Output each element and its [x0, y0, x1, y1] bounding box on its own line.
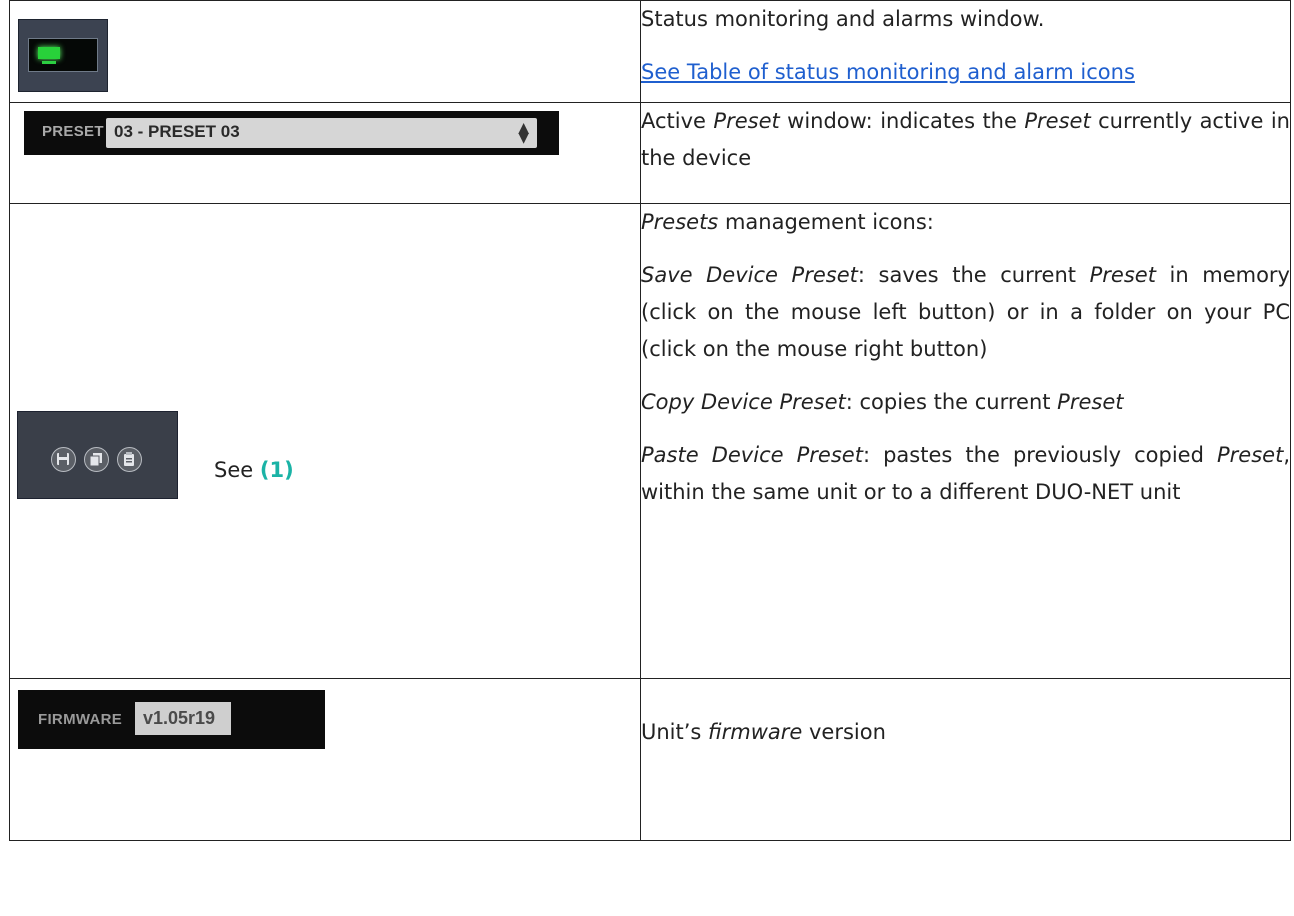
select-arrows-icon: ▲ ▼ — [518, 120, 529, 146]
firmware-value: v1.05r19 — [143, 708, 216, 728]
active-preset-description: Active Preset window: indicates the Pres… — [641, 109, 1290, 170]
paste-preset-icon — [117, 447, 142, 472]
status-monitoring-window-image — [18, 19, 108, 92]
preset-select: 03 - PRESET 03 ▲ ▼ — [106, 118, 537, 148]
reference-table: Status monitoring and alarms window. See… — [9, 0, 1291, 841]
image-cell — [9, 0, 641, 103]
firmware-description: Unit’s firmware version — [641, 720, 886, 744]
firmware-version-field-image: FIRMWARE v1.05r19 — [18, 690, 325, 749]
presets-intro: Presets management icons: — [641, 210, 934, 234]
status-icons-table-link[interactable]: See Table of status monitoring and alarm… — [641, 60, 1135, 84]
description-cell: Status monitoring and alarms window. See… — [640, 0, 1291, 103]
table-row: PRESET 03 - PRESET 03 ▲ ▼ Active Preset w… — [9, 102, 1291, 204]
status-led-bar — [42, 61, 56, 64]
copy-description: Copy Device Preset: copies the current P… — [641, 390, 1124, 414]
image-cell: PRESET 03 - PRESET 03 ▲ ▼ — [9, 102, 641, 204]
table-row: See (1) Presets management icons: Save D… — [9, 203, 1291, 679]
description-cell: Unit’s firmware version — [640, 678, 1291, 841]
description-cell: Presets management icons: Save Device Pr… — [640, 203, 1291, 679]
table-row: Status monitoring and alarms window. See… — [9, 0, 1291, 103]
presets-management-icons-image — [17, 411, 178, 499]
image-cell: See (1) — [9, 203, 641, 679]
status-ok-icon — [38, 47, 60, 59]
firmware-value-box: v1.05r19 — [135, 702, 231, 735]
see-reference: See (1) — [214, 458, 294, 482]
save-preset-icon — [51, 447, 76, 472]
description-cell: Active Preset window: indicates the Pres… — [640, 102, 1291, 204]
firmware-label: FIRMWARE — [38, 711, 123, 728]
status-screen — [28, 38, 98, 72]
image-cell: FIRMWARE v1.05r19 — [9, 678, 641, 841]
active-preset-window-image: PRESET 03 - PRESET 03 ▲ ▼ — [24, 111, 559, 155]
table-row: FIRMWARE v1.05r19 Unit’s firmware versio… — [9, 678, 1291, 841]
preset-value: 03 - PRESET 03 — [114, 122, 240, 141]
paste-description: Paste Device Preset: pastes the previous… — [641, 443, 1290, 504]
copy-preset-icon — [84, 447, 109, 472]
preset-label: PRESET — [42, 123, 104, 140]
save-description: Save Device Preset: saves the current Pr… — [641, 263, 1290, 361]
footnote-reference[interactable]: (1) — [260, 458, 294, 482]
status-description: Status monitoring and alarms window. — [641, 7, 1045, 31]
